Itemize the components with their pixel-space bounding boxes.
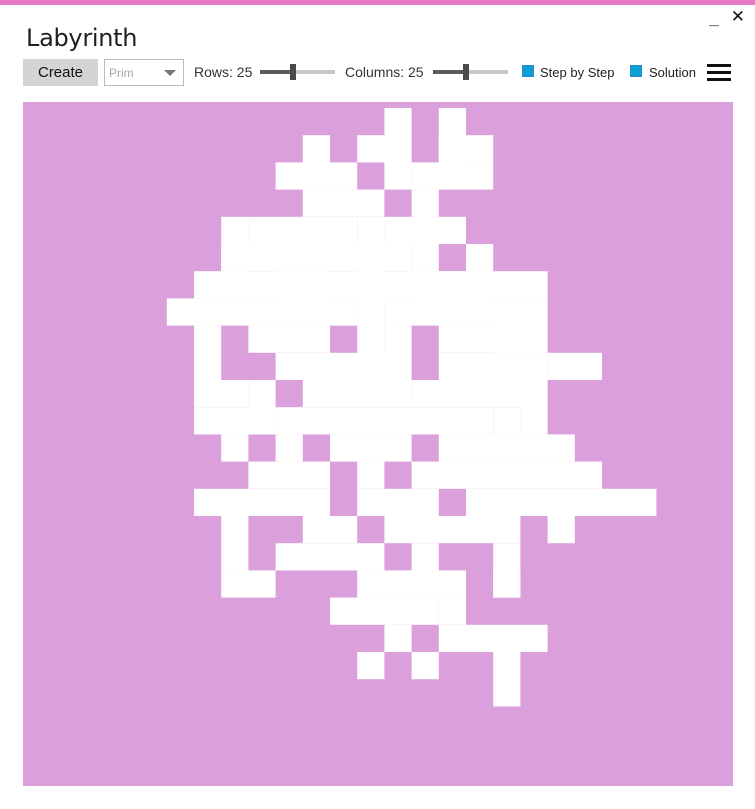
maze-path-cell [438,597,466,625]
maze-path-cell [221,434,249,462]
app-title: Labyrinth [26,24,138,52]
maze-path-cell [411,162,494,190]
maze-svg [166,108,657,707]
rows-label: Rows: 25 [194,64,253,80]
maze-path-cell [357,488,439,516]
rows-slider-fill [260,70,293,74]
step-by-step-label[interactable]: Step by Step [540,65,614,80]
maze-path-cell [547,352,602,380]
close-button[interactable]: ✕ [731,8,745,27]
window-controls: _ ✕ [709,8,745,27]
maze-path-cell [248,461,330,489]
maze-canvas[interactable] [23,102,733,786]
create-button[interactable]: Create [23,59,98,86]
maze-path-cell [248,325,330,353]
maze-path-cell [330,244,412,272]
maze-path-cell [357,570,466,598]
maze-path-cell [357,135,412,163]
columns-slider[interactable] [433,64,508,80]
chevron-down-icon [164,70,176,76]
maze-path-cell [384,325,412,380]
maze-path-cell [194,407,276,435]
maze-path-cell [466,488,657,516]
columns-label: Columns: 25 [345,64,424,80]
maze-path-cell [493,652,521,707]
maze-path-cell [248,216,358,244]
maze-path-cell [466,244,494,272]
maze-path-cell [384,516,521,544]
columns-slider-fill [433,70,466,74]
maze-path-cell [275,543,385,571]
maze-path-cell [275,434,303,462]
maze-path-cell [466,624,548,652]
maze-path-cell [194,325,222,380]
columns-slider-thumb[interactable] [463,64,469,80]
rows-slider[interactable] [260,64,335,80]
maze-path-cell [438,624,466,652]
maze-path-cell [330,189,385,217]
maze-path-cell [275,162,358,190]
maze-path-cell [194,271,330,299]
maze-path-cell [330,597,439,625]
maze-path-cell [330,434,412,462]
step-by-step-checkbox[interactable] [522,65,534,77]
maze-path-cell [302,189,330,217]
maze-path-cell [411,652,439,680]
maze-path-cell [384,216,466,244]
maze-path-cell [357,652,385,680]
maze-path-cell [357,461,385,489]
solution-label[interactable]: Solution [649,65,696,80]
solution-checkbox[interactable] [630,65,642,77]
rows-slider-thumb[interactable] [290,64,296,80]
maze-path-cell [493,298,548,353]
maze-path-cell [221,516,249,571]
algorithm-selected-value: Prim [109,66,134,80]
maze-path-cell [493,570,521,598]
maze-path-cell [221,244,330,272]
maze-path-cell [166,298,358,326]
algorithm-dropdown[interactable]: Prim [104,59,184,86]
maze-path-cell [520,380,548,435]
maze-path-cell [275,352,385,380]
maze-path-cell [275,407,494,435]
maze-path-cell [194,488,330,516]
window-accent-bar [0,0,755,5]
maze-path-cell [384,624,412,652]
maze-path-cell [493,407,521,435]
maze-path-cell [302,516,358,544]
maze-path-cell [302,380,412,408]
maze-path-cell [221,570,276,598]
hamburger-menu-icon[interactable] [707,64,731,82]
toolbar: Create Prim Rows: 25 Columns: 25 Step by… [23,59,735,87]
maze-path-cell [438,135,494,163]
maze-path-cell [411,271,548,299]
maze-path-cell [438,352,548,380]
maze-path-cell [411,461,602,489]
maze-path-cell [438,434,575,462]
minimize-button[interactable]: _ [709,10,718,27]
maze-path-cell [194,380,249,408]
maze-path-cell [547,516,575,544]
